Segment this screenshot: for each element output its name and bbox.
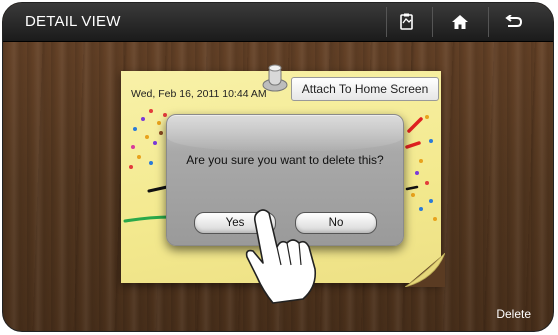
dialog-gloss: [167, 115, 403, 151]
home-icon: [452, 15, 468, 29]
delete-button[interactable]: Delete: [496, 307, 531, 321]
attach-to-home-button[interactable]: Attach To Home Screen: [291, 77, 439, 101]
note-date: Wed, Feb 16, 2011 10:44 AM: [131, 88, 267, 100]
memo-button[interactable]: [387, 3, 427, 41]
home-button[interactable]: [440, 3, 480, 41]
page-curl: [405, 253, 445, 287]
toolbar-divider: [488, 7, 489, 37]
back-button[interactable]: [494, 3, 534, 41]
pin-icon: [262, 64, 288, 92]
memo-icon: [400, 13, 413, 30]
title-bar: DETAIL VIEW: [3, 3, 553, 42]
toolbar-divider: [432, 7, 433, 37]
back-icon: [505, 15, 523, 27]
dialog-message: Are you sure you want to delete this?: [186, 153, 384, 167]
device-screen: DETAIL VIEW Wed, Feb 16, 2011 10:44 AM A…: [2, 2, 554, 332]
page-title: DETAIL VIEW: [25, 13, 121, 30]
pointing-hand-icon: [245, 209, 317, 304]
